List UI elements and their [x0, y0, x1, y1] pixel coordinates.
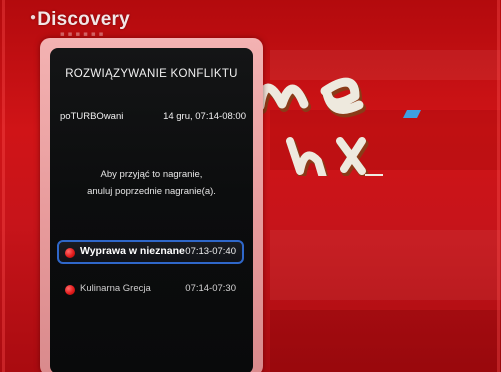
conflict-dialog: ROZWIĄZYWANIE KONFLIKTU poTURBOwani 14 g…: [50, 48, 253, 372]
recording-item[interactable]: Kulinarna Grecja 07:14-07:30: [57, 278, 244, 302]
recording-title: Wyprawa w nieznane: [80, 245, 185, 257]
record-dot-icon: [65, 285, 75, 295]
recording-time: 07:13-07:40: [185, 246, 236, 257]
conflict-message: Aby przyjąć to nagranie, anuluj poprzedn…: [50, 166, 253, 200]
channel-name: poTURBOwani: [60, 111, 124, 122]
globe-icon: ●: [30, 12, 37, 23]
channel-logo-text: Discovery: [37, 9, 130, 30]
recording-title: Kulinarna Grecja: [80, 283, 151, 294]
background-stripe: [497, 0, 500, 372]
message-line: anuluj poprzednie nagranie(a).: [87, 186, 216, 197]
message-line: Aby przyjąć to nagranie,: [100, 169, 203, 180]
background-graphic: [255, 77, 421, 176]
background-stripe: [2, 0, 5, 372]
background-band: [270, 230, 501, 300]
recording-datetime: 14 gru, 07:14-08:00: [163, 111, 246, 122]
channel-info-row: poTURBOwani 14 gru, 07:14-08:00: [60, 111, 246, 122]
channel-logo: ●Discovery: [30, 9, 130, 31]
background-band: [270, 310, 501, 372]
recording-time: 07:14-07:30: [185, 283, 236, 294]
recording-item-selected[interactable]: Wyprawa w nieznane 07:13-07:40: [57, 240, 244, 264]
dialog-title: ROZWIĄZYWANIE KONFLIKTU: [65, 68, 238, 80]
tv-screen: ●Discovery ▪▪▪▪▪▪ ROZWIĄZYWANIE KONFLIKT…: [0, 0, 501, 372]
record-dot-icon: [65, 248, 75, 258]
channel-logo-tagline: ▪▪▪▪▪▪: [60, 30, 107, 38]
